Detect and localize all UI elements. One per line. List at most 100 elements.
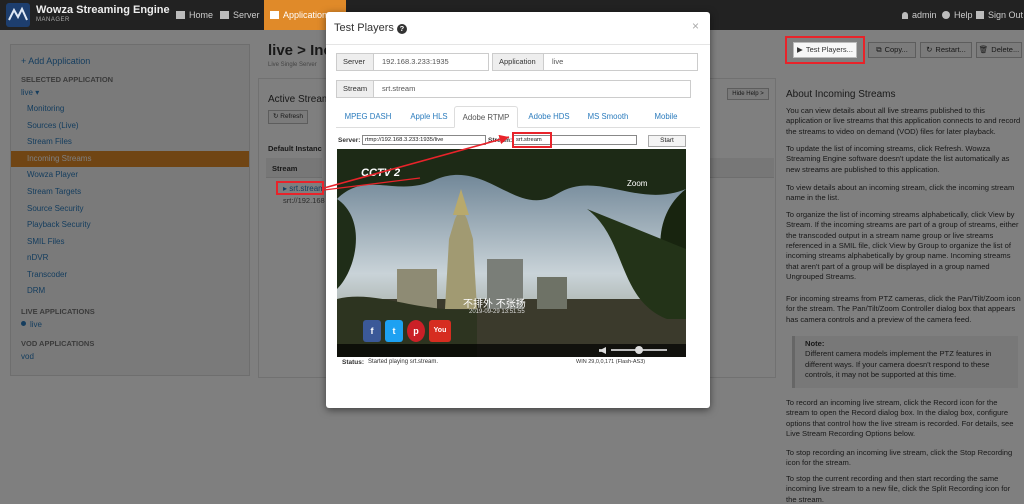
- server-label: Server: [336, 53, 374, 71]
- stream-link-highlight: [276, 181, 324, 195]
- volume-icon[interactable]: [599, 347, 606, 354]
- tab-apple-hls[interactable]: Apple HLS: [400, 106, 458, 128]
- help-paragraph: For incoming streams from PTZ cameras, c…: [786, 294, 1021, 324]
- sidebar-item-smil-files[interactable]: SMIL Files: [11, 234, 249, 250]
- help-note: Note: Different camera models implement …: [792, 336, 1018, 388]
- sidebar-item-drm[interactable]: DRM: [11, 283, 249, 299]
- status-label: Status:: [342, 359, 365, 366]
- test-players-button[interactable]: ▶ Test Players...: [793, 42, 857, 58]
- server-field[interactable]: 192.168.3.233:1935: [373, 53, 489, 71]
- application-label: Application: [492, 53, 544, 71]
- add-application-link[interactable]: + Add Application: [21, 56, 90, 66]
- vod-app-item[interactable]: vod: [11, 349, 249, 365]
- signout-icon: [976, 11, 984, 19]
- copy-icon: ⧉: [876, 45, 882, 54]
- twitter-icon: t: [385, 320, 403, 342]
- help-paragraph: To stop recording an incoming live strea…: [786, 448, 1013, 468]
- home-icon: [176, 11, 185, 19]
- sidebar-item-ndvr[interactable]: nDVR: [11, 250, 249, 266]
- play-icon: ▶: [797, 45, 803, 54]
- test-players-dialog: Test Players? × Server 192.168.3.233:193…: [326, 12, 710, 408]
- youtube-icon: You: [429, 320, 451, 342]
- video-player[interactable]: CCTV 2 Zoom 不排外 不张扬 2019-09-29 13:51:55 …: [337, 149, 686, 357]
- stream-source-url: srt://192.168: [283, 196, 325, 205]
- help-paragraph: To record an incoming live stream, click…: [786, 398, 1014, 438]
- question-icon[interactable]: ?: [396, 24, 407, 34]
- player-server-input[interactable]: rtmp://192.168.3.233:1935/live: [362, 135, 486, 145]
- bullet-icon: [21, 321, 26, 326]
- restart-icon: ↻: [926, 45, 933, 54]
- folder-icon: [270, 11, 279, 19]
- help-panel: About Incoming Streams You can view deta…: [784, 88, 1024, 504]
- stream-label: Stream: [336, 80, 374, 98]
- page-subtitle: Live Single Server: [268, 62, 317, 68]
- dialog-divider: [326, 44, 710, 45]
- wowza-logo-icon: [6, 3, 30, 27]
- restart-button[interactable]: ↻ Restart...: [920, 42, 972, 58]
- hide-help-button[interactable]: Hide Help >: [727, 88, 769, 100]
- volume-slider-handle[interactable]: [635, 346, 643, 354]
- facebook-icon: f: [363, 320, 381, 342]
- help-icon: [942, 11, 950, 19]
- live-app-item[interactable]: live: [11, 317, 249, 333]
- brand-subtitle: MANAGER: [36, 17, 70, 23]
- tab-adobe-hds[interactable]: Adobe HDS: [520, 106, 578, 128]
- sidebar-item-sources[interactable]: Sources (Live): [11, 118, 249, 134]
- dialog-title: Test Players?: [334, 22, 407, 34]
- application-field[interactable]: live: [543, 53, 698, 71]
- sidebar-item-source-security[interactable]: Source Security: [11, 201, 249, 217]
- refresh-button[interactable]: ↻ Refresh: [268, 110, 308, 124]
- brand[interactable]: Wowza Streaming Engine MANAGER: [6, 3, 170, 27]
- sidebar-item-wowza-player[interactable]: Wowza Player: [11, 167, 249, 183]
- nav-user[interactable]: admin: [902, 0, 937, 30]
- stream-field[interactable]: srt.stream: [373, 80, 691, 98]
- tab-adobe-rtmp[interactable]: Adobe RTMP: [454, 106, 518, 128]
- video-caption: 不排外 不张扬: [463, 299, 526, 310]
- test-players-highlight: ▶ Test Players...: [785, 36, 865, 64]
- sidebar-item-monitoring[interactable]: Monitoring: [11, 101, 249, 117]
- live-apps-heading: LIVE APPLICATIONS: [21, 307, 95, 316]
- default-instance-heading: Default Instanc: [268, 144, 322, 153]
- brand-name: Wowza Streaming Engine: [36, 4, 170, 16]
- player-tabs: MPEG DASH Apple HLS Adobe RTMP Adobe HDS…: [336, 106, 700, 128]
- nav-home[interactable]: Home: [176, 0, 213, 30]
- delete-button[interactable]: 🗑 Delete...: [976, 42, 1022, 58]
- help-paragraph: To stop the current recording and then s…: [786, 474, 1011, 504]
- start-button[interactable]: Start: [648, 135, 686, 147]
- sidebar-item-transcoder[interactable]: Transcoder: [11, 267, 249, 283]
- stream-input-highlight: [512, 132, 552, 148]
- sidebar-item-stream-targets[interactable]: Stream Targets: [11, 184, 249, 200]
- player-stream-label: Stream:: [488, 137, 513, 144]
- page-title: live > Inc: [268, 42, 332, 59]
- tab-mpeg-dash[interactable]: MPEG DASH: [336, 106, 400, 128]
- nav-help[interactable]: Help: [942, 0, 973, 30]
- nav-server[interactable]: Server: [220, 0, 260, 30]
- status-value: Started playing srt.stream.: [368, 359, 439, 365]
- flash-version: WIN 29,0,0,171 (Flash-AS3): [576, 359, 646, 365]
- sidebar-item-stream-files[interactable]: Stream Files: [11, 134, 249, 150]
- help-title: About Incoming Streams: [786, 89, 896, 100]
- sidebar-item-playback-security[interactable]: Playback Security: [11, 217, 249, 233]
- monitor-icon: [220, 11, 229, 19]
- help-paragraph: To update the list of incoming streams, …: [786, 144, 1010, 174]
- note-title: Note:: [805, 339, 825, 348]
- help-paragraph: To organize the list of incoming streams…: [786, 210, 1019, 281]
- selected-app-dropdown[interactable]: live ▾: [11, 85, 249, 101]
- user-icon: [902, 12, 908, 19]
- stream-column-header: Stream: [266, 158, 322, 178]
- pinterest-icon: p: [407, 320, 425, 342]
- player-server-label: Server:: [338, 137, 361, 144]
- video-controls: [337, 344, 686, 357]
- copy-button[interactable]: ⧉ Copy...: [868, 42, 916, 58]
- close-icon[interactable]: ×: [692, 19, 699, 33]
- channel-logo: CCTV 2: [361, 167, 401, 179]
- table-header-strip: [708, 158, 774, 178]
- selected-app-heading: SELECTED APPLICATION: [21, 75, 114, 84]
- nav-signout[interactable]: Sign Out: [976, 0, 1023, 30]
- note-text: Different camera models implement the PT…: [805, 349, 992, 379]
- tab-mobile[interactable]: Mobile: [638, 106, 694, 128]
- trash-icon: 🗑: [978, 45, 989, 54]
- sidebar: + Add Application SELECTED APPLICATION l…: [10, 44, 250, 376]
- tab-ms-smooth[interactable]: MS Smooth: [578, 106, 638, 128]
- sidebar-item-incoming-streams[interactable]: Incoming Streams: [11, 151, 249, 167]
